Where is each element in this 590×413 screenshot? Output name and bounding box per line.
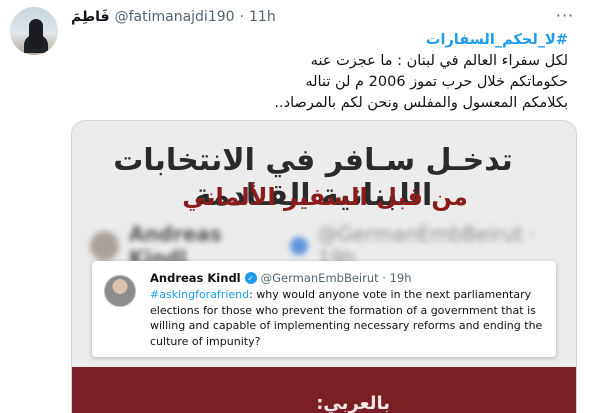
tweet-text-line: لكل سفراء العالم في لبنان : ما عجزت عنه [310,53,568,69]
tweet: فَاطِمَ @fatimanajdi190 · 11h ··· #لا_لح… [0,0,590,413]
avatar-figure [29,19,43,49]
user-handle[interactable]: @fatimanajdi190 [115,9,235,25]
display-name[interactable]: فَاطِمَ [71,9,110,25]
blurred-avatar [90,231,119,261]
tweet-body: #لا_لحكم_السفارات لكل سفراء العالم في لب… [68,30,568,114]
media-footer-text: بالعربي: [316,393,390,413]
media-title-line2: من قبل السفير الألماني [182,183,468,211]
hashtag-link[interactable]: #لا_لحكم_السفارات [68,30,568,51]
embedded-name: Andreas Kindl [150,271,241,285]
embedded-tweet-text: #askingforafriend: why would anyone vote… [150,287,546,349]
embedded-tweet-card: Andreas Kindl ✓ @GermanEmbBeirut · 19h #… [92,261,556,357]
embedded-tweet-header: Andreas Kindl ✓ @GermanEmbBeirut · 19h [150,271,412,285]
avatar[interactable] [10,7,58,55]
verified-icon: ✓ [244,272,257,284]
tweet-text-line: حكوماتكم خلال حرب تموز 2006 م لن تناله [305,74,568,90]
embedded-avatar [104,275,136,307]
blurred-tweet-header: Andreas Kindl @GermanEmbBeirut · 19h [90,222,570,270]
tweet-time[interactable]: 11h [249,9,276,25]
tweet-text-line: بكلامكم المعسول والمفلس ونحن لكم بالمرصا… [274,95,568,111]
blurred-verified-icon [290,237,308,255]
more-options-icon[interactable]: ··· [554,4,576,26]
tweet-header: فَاطِمَ @fatimanajdi190 · 11h [71,7,276,27]
tweet-media-image[interactable]: تدخـل سـافر في الانتخابات اللبنانية القـ… [71,120,577,413]
embedded-handle: @GermanEmbBeirut · 19h [260,271,412,285]
embedded-hashtag: #askingforafriend [150,288,250,301]
separator-dot: · [239,9,244,25]
